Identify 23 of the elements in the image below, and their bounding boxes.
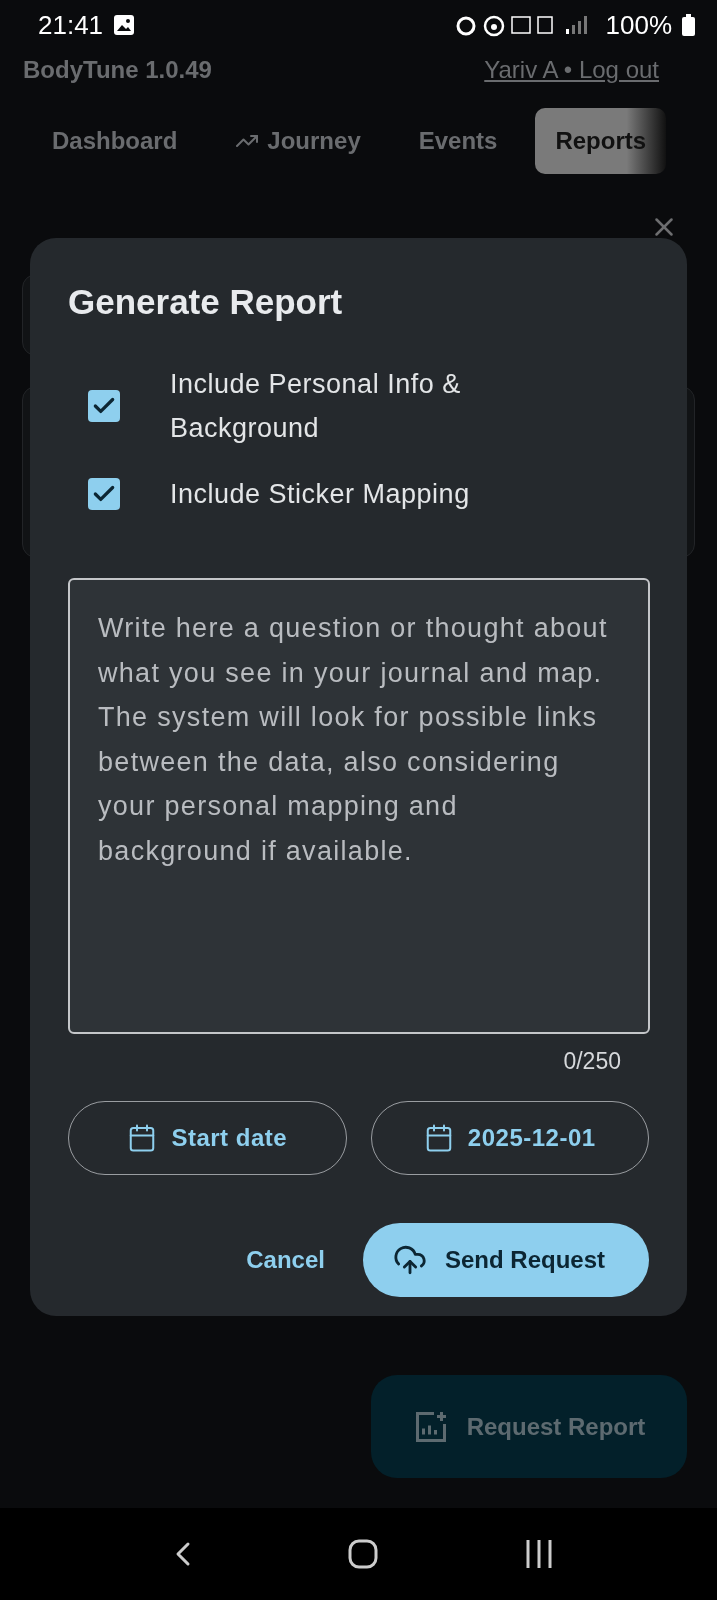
option-label: Include Personal Info & Background <box>170 368 462 445</box>
option-label: Include Sticker Mapping <box>170 478 470 511</box>
nav-tab[interactable]: Reports <box>535 108 667 174</box>
question-field[interactable]: Write here a question or thought about what you see in your journal and map. The system will look for possible links between the data, also considering your personal mapping and background if available. <box>68 578 650 1034</box>
status-time: 21:41 <box>38 9 104 41</box>
nav-tab[interactable]: Dashboard <box>32 108 198 174</box>
app-version: BodyTune 1.0.49 <box>23 56 212 84</box>
nav-tab[interactable]: Journey <box>215 108 381 174</box>
cloud-upload-icon <box>392 1243 427 1277</box>
cancel-button[interactable]: Cancel <box>246 1223 325 1297</box>
checkbox[interactable] <box>88 390 120 422</box>
dialog-title: Generate Report <box>68 282 344 322</box>
request-report-button[interactable]: Request Report <box>371 1375 687 1478</box>
recents-icon[interactable] <box>524 1539 555 1569</box>
checkbox[interactable] <box>88 478 120 510</box>
battery-icon <box>682 14 695 36</box>
character-counter: 0/250 <box>563 1048 621 1075</box>
home-icon[interactable] <box>348 1539 379 1569</box>
battery-level: 100% <box>605 9 672 41</box>
image-icon <box>113 14 136 36</box>
nav-tab[interactable]: Events <box>398 108 518 174</box>
send-button[interactable]: Send Request <box>362 1223 649 1297</box>
account-link[interactable]: Yariv A • Log out <box>484 56 659 84</box>
